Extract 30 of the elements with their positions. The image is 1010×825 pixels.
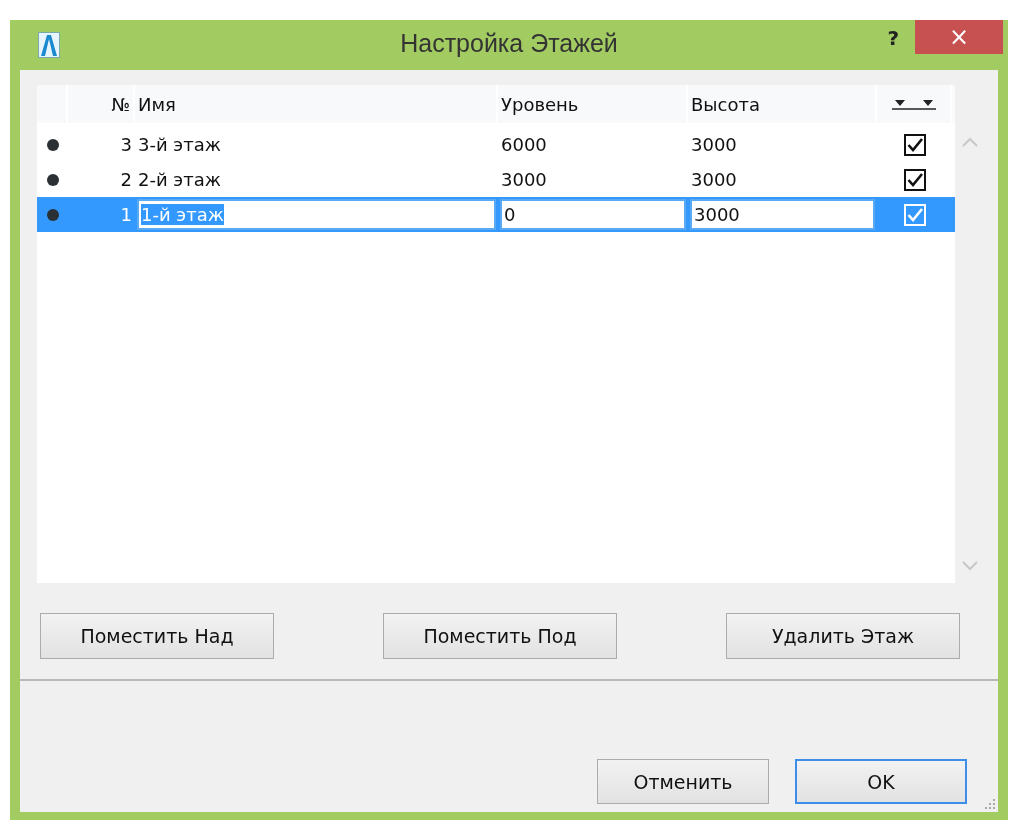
- table-cell-text: 2: [119, 169, 133, 190]
- action-button[interactable]: Поместить Над: [40, 613, 274, 659]
- help-button[interactable]: ?: [887, 26, 899, 50]
- close-button[interactable]: ×: [915, 20, 1003, 54]
- table-cell-text: 1: [119, 204, 133, 225]
- resize-grip-icon[interactable]: [984, 798, 996, 810]
- level-field[interactable]: 0: [500, 199, 686, 230]
- table-cell-text: 3: [119, 134, 133, 155]
- table-cell-text: 3000: [500, 169, 548, 190]
- column-header[interactable]: Уровень: [498, 85, 688, 123]
- table-cell-text: 2-й этаж: [137, 169, 222, 190]
- dialog-button[interactable]: Отменить: [597, 759, 769, 804]
- table-row[interactable]: 2 2-й этаж 3000 3000: [37, 162, 955, 197]
- checkbox[interactable]: [903, 133, 926, 156]
- table-cell-text: 6000: [500, 134, 548, 155]
- table-cell-text: 3000: [690, 169, 738, 190]
- dialog-button[interactable]: OK: [795, 759, 967, 804]
- table-cell-text: 3-й этаж: [137, 134, 222, 155]
- checkbox[interactable]: [903, 168, 926, 191]
- action-button[interactable]: Поместить Под: [383, 613, 617, 659]
- table-row[interactable]: 3 3-й этаж 6000 3000: [37, 127, 955, 162]
- app-icon: [38, 32, 60, 58]
- window-title: Настройка Этажей: [400, 29, 618, 58]
- bullet-icon: [46, 208, 59, 221]
- table-cell-text: 3000: [690, 134, 738, 155]
- table-row[interactable]: 1 1-й этаж 0 3000: [37, 197, 955, 232]
- action-button[interactable]: Удалить Этаж: [726, 613, 960, 659]
- bullet-icon: [46, 138, 59, 151]
- height-field[interactable]: 3000: [690, 199, 875, 230]
- bullet-icon: [46, 173, 59, 186]
